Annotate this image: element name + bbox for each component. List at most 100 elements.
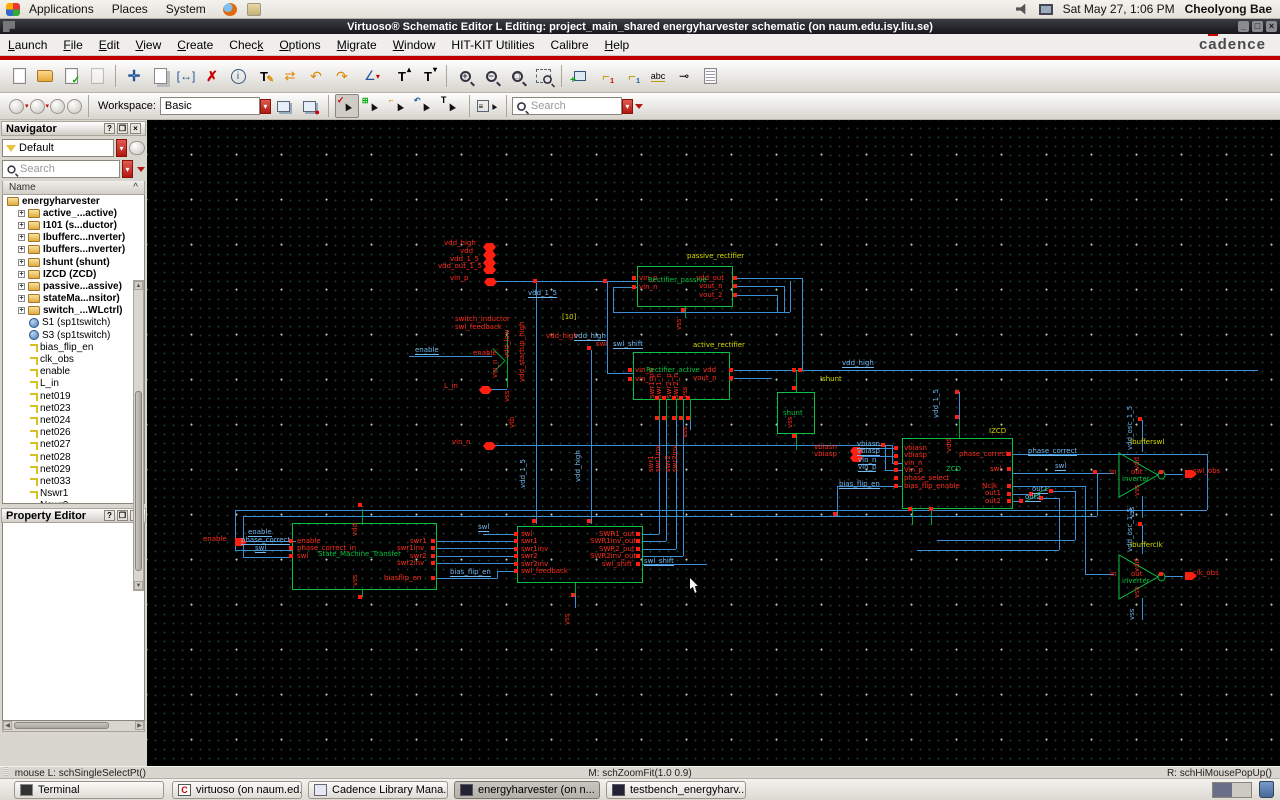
connection-point[interactable] <box>881 443 885 447</box>
schematic-label[interactable]: passive_rectifier <box>687 253 744 260</box>
tree-expander[interactable]: + <box>18 307 25 314</box>
pin-octagon[interactable] <box>484 278 497 286</box>
schematic-label[interactable]: vin_n <box>452 439 470 446</box>
back-button[interactable] <box>9 99 24 114</box>
tree-item-S3-sp1tswitch-[interactable]: S3 (sp1tswitch) <box>3 329 144 341</box>
schematic-label[interactable]: out2 <box>1025 494 1041 502</box>
select-mode-button[interactable]: ▲✓ <box>335 94 359 118</box>
schematic-label[interactable]: bias_flip_en <box>839 481 880 489</box>
schematic-label[interactable]: vdd_high <box>575 450 582 482</box>
connection-point[interactable] <box>662 416 666 420</box>
connection-point[interactable] <box>729 368 733 372</box>
tree-item-switch-WLctrl-[interactable]: +switch_...WLctrl) <box>3 305 144 317</box>
menu-launch[interactable]: Launch <box>0 38 55 52</box>
connection-point[interactable] <box>603 279 607 283</box>
tree-expander[interactable]: + <box>18 210 25 217</box>
menu-help[interactable]: Help <box>597 38 638 52</box>
schematic-canvas[interactable]: vdd_highvddvdd_1_5vdd_out_1_5vin_pvin_nL… <box>147 120 1280 766</box>
user-menu[interactable]: Cheolyong Bae <box>1185 2 1272 16</box>
schematic-wire[interactable] <box>737 278 802 279</box>
schematic-label[interactable]: vss <box>564 614 571 625</box>
connection-point[interactable] <box>908 507 912 511</box>
toolbar-search-more[interactable] <box>635 104 643 109</box>
connection-point[interactable] <box>514 532 518 536</box>
pin-octagon[interactable] <box>479 386 492 394</box>
back-dropdown[interactable]: ▾ <box>25 102 29 110</box>
connection-point[interactable] <box>792 368 796 372</box>
select-label-button[interactable]: ▲T <box>439 94 463 118</box>
navigator-float-button[interactable]: ❐ <box>117 123 128 134</box>
tree-item-bias-flip-en[interactable]: bias_flip_en <box>3 341 144 353</box>
schematic-label[interactable]: enable <box>203 536 227 543</box>
schematic-label[interactable]: vss <box>1129 609 1136 620</box>
schematic-label[interactable]: vdd_high <box>574 333 606 341</box>
connection-point[interactable] <box>672 416 676 420</box>
schematic-label[interactable]: clk_obs <box>1193 570 1219 577</box>
schematic-label[interactable]: swr1 <box>521 538 538 545</box>
schematic-wire[interactable] <box>784 286 785 312</box>
schematic-wire[interactable] <box>666 400 667 420</box>
schematic-wire[interactable] <box>243 557 293 558</box>
schematic-label[interactable]: in <box>1110 571 1116 578</box>
schematic-wire[interactable] <box>917 550 1059 551</box>
tree-expander[interactable]: + <box>18 295 25 302</box>
display-icon[interactable] <box>1039 4 1053 15</box>
toolbar-search-input[interactable]: Search <box>512 97 622 115</box>
schematic-label[interactable]: vdd <box>352 523 359 536</box>
connection-point[interactable] <box>587 519 591 523</box>
menu-create[interactable]: Create <box>169 38 221 52</box>
zoom-in-button[interactable]: + <box>453 64 477 88</box>
schematic-label[interactable]: Ibufferclk <box>1130 542 1163 549</box>
schematic-wire[interactable] <box>685 307 686 318</box>
tree-expander[interactable]: + <box>18 283 25 290</box>
tree-item-IZCD-ZCD-[interactable]: +IZCD (ZCD) <box>3 268 144 280</box>
navigator-search-input[interactable]: Search <box>2 160 120 178</box>
connection-point[interactable] <box>1007 492 1011 496</box>
schematic-label[interactable]: swr1inv <box>655 445 662 472</box>
navigator-options-button[interactable] <box>129 141 145 155</box>
connection-point[interactable] <box>1019 499 1023 503</box>
schematic-label[interactable]: swl <box>596 341 607 348</box>
schematic-wire[interactable] <box>607 373 633 374</box>
schematic-wire[interactable] <box>1053 491 1075 492</box>
connection-point[interactable] <box>679 416 683 420</box>
schematic-wire[interactable] <box>437 563 517 564</box>
schematic-wire[interactable] <box>683 400 684 420</box>
schematic-label[interactable]: vdd_out_1_5 <box>438 263 482 270</box>
angle-mode-button[interactable]: ∠▾ <box>356 64 388 88</box>
schematic-label[interactable]: phase_correct <box>1028 448 1077 456</box>
tree-item-net023[interactable]: net023 <box>3 402 144 414</box>
schematic-wire[interactable] <box>643 549 676 550</box>
redo-button[interactable]: ↷ <box>330 64 354 88</box>
tree-item-clk-obs[interactable]: clk_obs <box>3 353 144 365</box>
create-instance-button[interactable]: + <box>568 64 592 88</box>
schematic-wire[interactable] <box>796 370 797 392</box>
schematic-label[interactable]: vbiasp <box>857 448 880 456</box>
descend-button[interactable]: ⇄ <box>278 64 302 88</box>
connection-point[interactable] <box>628 377 632 381</box>
connection-point[interactable] <box>894 461 898 465</box>
tree-header[interactable]: Name ^ <box>2 181 145 195</box>
schematic-label[interactable]: ZCD <box>946 466 961 473</box>
trash-icon[interactable] <box>1259 781 1274 798</box>
schematic-label[interactable]: swl <box>297 553 308 560</box>
up-button[interactable] <box>50 99 65 114</box>
connection-point[interactable] <box>571 593 575 597</box>
schematic-label[interactable]: swr2 <box>521 553 538 560</box>
schematic-label[interactable]: vout_2 <box>699 292 723 299</box>
connection-point[interactable] <box>894 468 898 472</box>
schematic-wire[interactable] <box>1142 420 1143 452</box>
schematic-wire[interactable] <box>487 281 637 282</box>
schematic-wire[interactable] <box>1075 491 1076 540</box>
connection-point[interactable] <box>729 376 733 380</box>
schematic-wire[interactable] <box>362 509 363 523</box>
taskbar-button-virtuoso-on-naum-ed-[interactable]: Cvirtuoso (on naum.ed... <box>172 781 302 799</box>
connection-point[interactable] <box>636 547 640 551</box>
property-editor-scrollbar[interactable]: ◀ ▶ <box>2 721 145 732</box>
menu-file[interactable]: File <box>55 38 90 52</box>
connection-point[interactable] <box>1138 522 1142 526</box>
workspace-combobox[interactable]: Basic <box>160 97 260 115</box>
schematic-label[interactable]: swr2_n <box>673 373 680 398</box>
connection-point[interactable] <box>955 390 959 394</box>
tree-expander[interactable]: + <box>18 222 25 229</box>
